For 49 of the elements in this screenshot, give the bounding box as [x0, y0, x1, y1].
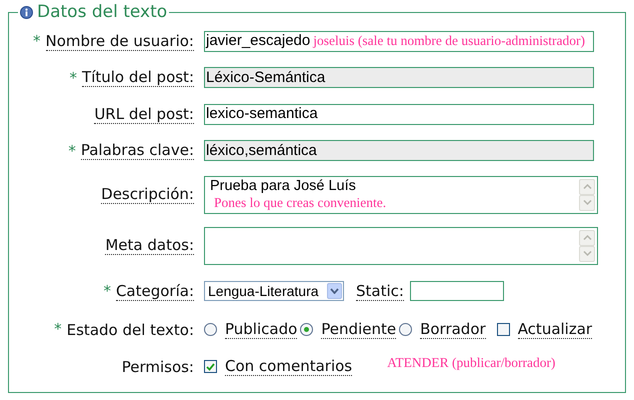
field-label: Categoría:	[116, 282, 194, 300]
checkbox[interactable]	[204, 360, 217, 373]
scroll-up-button[interactable]	[579, 230, 595, 246]
chevron-down-icon	[582, 251, 592, 256]
input-field[interactable]: léxico,semántica	[204, 140, 594, 162]
field-label: Permisos:	[122, 358, 194, 376]
chevron-down-icon	[582, 200, 592, 205]
info-icon	[20, 6, 33, 18]
required-asterisk: *	[33, 31, 41, 52]
field-value: Prueba para José Luís	[210, 178, 356, 194]
annotation-note: ATENDER (publicar/borrador)	[387, 354, 556, 372]
required-asterisk: *	[70, 68, 78, 88]
static-field[interactable]	[410, 281, 504, 301]
option-label: Publicado	[225, 320, 298, 339]
field-label: URL del post:	[94, 104, 194, 124]
required-asterisk: *	[54, 319, 62, 340]
option-label: Pendiente	[321, 320, 396, 339]
required-asterisk: *	[103, 280, 111, 302]
annotation-note: joseluis (sale tu nombre de usuario-administrador)	[313, 32, 586, 50]
radio-button[interactable]	[204, 323, 217, 336]
radio-button[interactable]	[399, 323, 412, 336]
input-field[interactable]: Léxico-Semántica	[204, 67, 594, 88]
field-label: Palabras clave:	[80, 141, 194, 160]
field-label: Descripción:	[101, 185, 194, 204]
section-title: Datos del texto	[37, 2, 168, 22]
field-label: Nombre de usuario:	[46, 32, 194, 51]
field-label: Static:	[356, 282, 404, 300]
option-label: Con comentarios	[225, 357, 352, 376]
scroll-down-button[interactable]	[579, 194, 595, 210]
scroll-down-button[interactable]	[579, 246, 595, 262]
caret-icon	[327, 283, 342, 299]
input-field[interactable]: javier_escajedo joseluis (sale tu nombre de usuario-administrador)	[204, 30, 594, 52]
text-area[interactable]	[204, 226, 598, 264]
field-label: Título del post:	[82, 68, 194, 88]
field-label: Estado del texto:	[66, 320, 194, 338]
field-value: javier_escajedo	[206, 31, 310, 51]
option-label: Borrador	[420, 320, 486, 339]
field-label: Meta datos:	[105, 236, 194, 255]
checkbox[interactable]	[496, 323, 510, 336]
option-label: Actualizar	[518, 320, 592, 339]
annotation-note: Pones lo que creas conveniente.	[214, 194, 386, 210]
radio-button[interactable]	[300, 323, 314, 336]
category-dropdown[interactable]: Lengua-Literatura	[204, 281, 344, 301]
required-asterisk: *	[68, 140, 76, 162]
chevron-up-icon	[582, 235, 592, 240]
input-field[interactable]: lexico-semantica	[204, 104, 594, 125]
scroll-up-button[interactable]	[579, 178, 595, 194]
chevron-up-icon	[582, 184, 592, 189]
text-area[interactable]: Prueba para José Luís Pones lo que creas conveniente.	[204, 176, 598, 214]
